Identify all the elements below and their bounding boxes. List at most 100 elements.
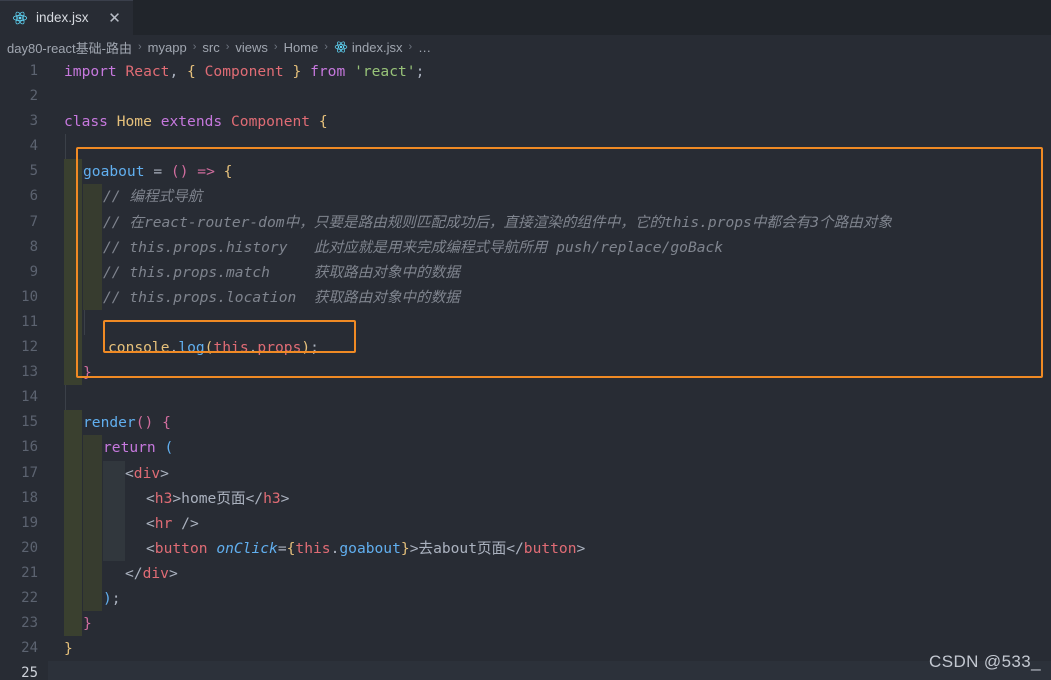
line-source: goabout = () => { bbox=[83, 159, 232, 184]
code-line[interactable]: 11 bbox=[0, 309, 1051, 336]
breadcrumb-item-project[interactable]: day80-react基础-路由 bbox=[7, 38, 132, 57]
line-number: 2 bbox=[29, 88, 38, 105]
line-source: return ( bbox=[103, 435, 173, 460]
code-line[interactable]: 4 bbox=[0, 134, 1051, 160]
line-source: <h3>home页面</h3> bbox=[146, 486, 289, 511]
token-comment: // 在react-router-dom中，只要是路由规则匹配成功后，直接渲染的… bbox=[103, 213, 892, 231]
bracket-guide-band bbox=[83, 485, 102, 511]
code-line[interactable]: 6 // 编程式导航 bbox=[0, 184, 1051, 210]
bracket-guide-band bbox=[83, 259, 102, 285]
breadcrumb-item-src[interactable]: src bbox=[202, 40, 219, 55]
close-icon[interactable]: ✕ bbox=[107, 11, 123, 26]
line-number: 18 bbox=[21, 489, 38, 506]
bracket-guide-band bbox=[103, 485, 125, 511]
line-source: <div> bbox=[125, 461, 169, 486]
line-number: 17 bbox=[21, 464, 38, 481]
code-line[interactable]: 7 // 在react-router-dom中，只要是路由规则匹配成功后，直接渲… bbox=[0, 209, 1051, 235]
react-icon bbox=[334, 40, 348, 54]
bracket-guide-band bbox=[64, 585, 82, 612]
code-line[interactable]: 20 <button onClick={this.goabout}>去about… bbox=[0, 535, 1051, 561]
bracket-guide-band bbox=[103, 460, 125, 486]
code-line[interactable]: 9 // this.props.match 获取路由对象中的数据 bbox=[0, 259, 1051, 285]
code-lines[interactable]: 1 import React, { Component } from 'reac… bbox=[0, 59, 1051, 680]
token-hr: hr bbox=[154, 514, 173, 532]
code-line[interactable]: 22 ); bbox=[0, 585, 1051, 612]
token-comma: , bbox=[169, 63, 179, 80]
breadcrumb-separator-icon: › bbox=[192, 41, 197, 53]
bracket-guide-band bbox=[64, 485, 82, 511]
token-tag-gt: > bbox=[160, 464, 169, 482]
token-tag-open: < bbox=[146, 539, 155, 557]
token-return: return bbox=[103, 439, 156, 457]
token-console: console bbox=[108, 339, 170, 357]
code-line[interactable]: 12 console.log(this.props); bbox=[0, 335, 1051, 361]
token-brace-close: } bbox=[292, 63, 302, 80]
code-line[interactable]: 5 goabout = () => { bbox=[0, 159, 1051, 185]
token-arrow: => bbox=[197, 163, 215, 181]
token-brace-close: } bbox=[83, 364, 92, 382]
token-home: Home bbox=[116, 113, 152, 131]
bracket-guide-band bbox=[83, 560, 102, 586]
tab-index-jsx[interactable]: index.jsx ✕ bbox=[0, 0, 133, 35]
token-tag-open: < bbox=[125, 464, 134, 482]
code-line[interactable]: 10 // this.props.location 获取路由对象中的数据 bbox=[0, 284, 1051, 310]
line-source: // this.props.match 获取路由对象中的数据 bbox=[103, 260, 460, 285]
code-line[interactable]: 15 render() { bbox=[0, 410, 1051, 436]
bracket-guide-band bbox=[64, 284, 82, 310]
line-source: <button onClick={this.goabout}>去about页面<… bbox=[146, 536, 585, 561]
token-comment: // this.props.match 获取路由对象中的数据 bbox=[103, 263, 460, 281]
bracket-guide-band bbox=[64, 435, 82, 461]
code-editor[interactable]: 1 import React, { Component } from 'reac… bbox=[0, 59, 1051, 680]
code-line[interactable]: 1 import React, { Component } from 'reac… bbox=[0, 59, 1051, 84]
token-equals: = bbox=[153, 163, 163, 181]
token-h3: h3 bbox=[154, 489, 173, 507]
code-line[interactable]: 21 </div> bbox=[0, 560, 1051, 586]
bracket-guide-band bbox=[64, 560, 82, 586]
breadcrumb-separator-icon: › bbox=[273, 41, 278, 53]
code-line-active[interactable]: 25 bbox=[0, 661, 1051, 680]
code-line[interactable]: 13 } bbox=[0, 360, 1051, 386]
indent-guide bbox=[65, 385, 66, 411]
bracket-guide-band bbox=[64, 460, 82, 486]
code-line[interactable]: 14 bbox=[0, 385, 1051, 411]
code-line[interactable]: 18 <h3>home页面</h3> bbox=[0, 485, 1051, 511]
code-line[interactable]: 16 return ( bbox=[0, 435, 1051, 461]
breadcrumb-item-home[interactable]: Home bbox=[284, 40, 319, 55]
token-dot: . bbox=[169, 339, 179, 357]
breadcrumb-item-overflow[interactable]: … bbox=[418, 40, 431, 55]
code-line[interactable]: 2 bbox=[0, 84, 1051, 109]
bracket-guide-band bbox=[64, 309, 82, 336]
token-text: home页面 bbox=[181, 489, 246, 507]
code-line[interactable]: 8 // this.props.history 此对应就是用来完成编程式导航所用… bbox=[0, 234, 1051, 260]
token-parens: () bbox=[135, 414, 154, 432]
line-source: } bbox=[83, 611, 92, 636]
bracket-guide-band bbox=[64, 510, 82, 536]
token-onclick: onClick bbox=[216, 539, 278, 557]
breadcrumb-item-myapp[interactable]: myapp bbox=[148, 40, 187, 55]
code-line[interactable]: 19 <hr /> bbox=[0, 510, 1051, 536]
breadcrumb-separator-icon: › bbox=[137, 41, 142, 53]
code-line[interactable]: 24 } bbox=[0, 636, 1051, 661]
token-semicolon: ; bbox=[415, 63, 425, 80]
token-this: this bbox=[295, 539, 331, 557]
line-number: 12 bbox=[21, 339, 38, 356]
line-source: // 在react-router-dom中，只要是路由规则匹配成功后，直接渲染的… bbox=[103, 210, 892, 235]
breadcrumb-item-views[interactable]: views bbox=[235, 40, 268, 55]
line-number: 4 bbox=[29, 138, 38, 155]
code-line[interactable]: 3 class Home extends Component { bbox=[0, 109, 1051, 134]
token-class: class bbox=[64, 113, 108, 131]
breadcrumb-item-file[interactable]: index.jsx bbox=[352, 40, 403, 55]
token-equals: = bbox=[277, 539, 287, 557]
token-comment: // this.props.location 获取路由对象中的数据 bbox=[103, 288, 460, 306]
bracket-guide-band bbox=[103, 535, 125, 561]
code-line[interactable]: 23 } bbox=[0, 611, 1051, 637]
line-number: 3 bbox=[29, 113, 38, 130]
bracket-guide-band bbox=[103, 510, 125, 536]
token-goabout: goabout bbox=[339, 539, 401, 557]
line-source: // this.props.location 获取路由对象中的数据 bbox=[103, 285, 460, 310]
token-semicolon: ; bbox=[310, 339, 319, 357]
breadcrumb-separator-icon: › bbox=[324, 41, 328, 53]
code-line[interactable]: 17 <div> bbox=[0, 460, 1051, 486]
react-icon bbox=[12, 10, 28, 26]
line-source: ); bbox=[103, 586, 121, 611]
